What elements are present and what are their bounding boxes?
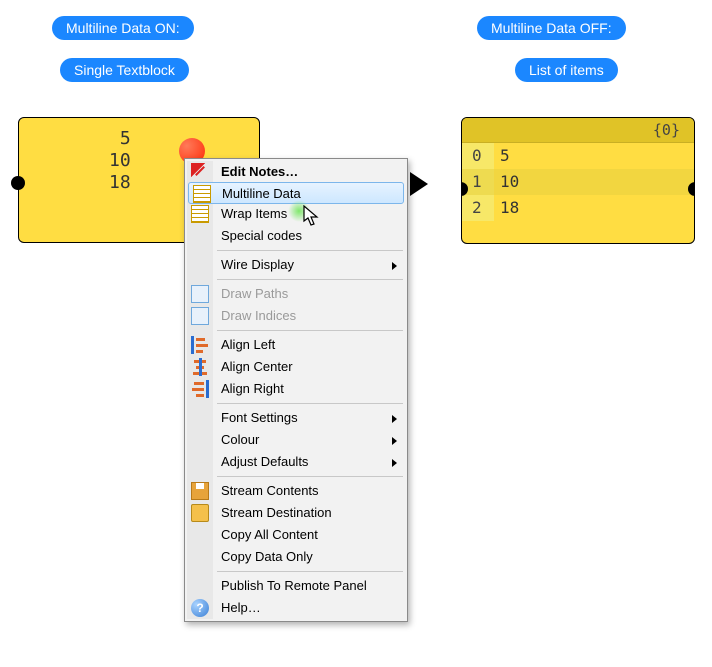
menu-label: Draw Indices [221, 308, 296, 323]
menu-edit-notes[interactable]: Edit Notes… [187, 161, 405, 183]
submenu-arrow-icon [392, 262, 397, 270]
context-menu: Edit Notes… Multiline Data Wrap Items Sp… [184, 158, 408, 622]
menu-label: Align Center [221, 359, 293, 374]
list-item[interactable]: 2 18 [462, 195, 694, 221]
menu-draw-paths[interactable]: Draw Paths [187, 283, 405, 305]
row-value: 18 [494, 195, 694, 221]
folder-icon [191, 504, 209, 522]
menu-label: Publish To Remote Panel [221, 578, 367, 593]
menu-separator [217, 250, 403, 251]
menu-align-right[interactable]: Align Right [187, 378, 405, 400]
disk-icon [191, 482, 209, 500]
align-right-icon [191, 380, 209, 398]
notes-icon [193, 185, 211, 203]
menu-help[interactable]: Help… [187, 597, 405, 619]
menu-separator [217, 571, 403, 572]
menu-label: Wrap Items [221, 206, 287, 221]
label-on-title: Multiline Data ON: [52, 16, 194, 40]
menu-label: Adjust Defaults [221, 454, 308, 469]
menu-adjust-defaults[interactable]: Adjust Defaults [187, 451, 405, 473]
menu-label: Stream Destination [221, 505, 332, 520]
rect-icon [191, 285, 209, 303]
menu-draw-indices[interactable]: Draw Indices [187, 305, 405, 327]
menu-colour[interactable]: Colour [187, 429, 405, 451]
menu-label: Colour [221, 432, 259, 447]
menu-label: Draw Paths [221, 286, 288, 301]
help-icon [191, 599, 209, 617]
row-value: 10 [494, 169, 694, 195]
align-center-icon [191, 358, 209, 376]
arrow-right-icon [410, 172, 428, 196]
submenu-arrow-icon [392, 437, 397, 445]
submenu-arrow-icon [392, 459, 397, 467]
menu-label: Copy All Content [221, 527, 318, 542]
panel-multiline-off[interactable]: {0} 0 5 1 10 2 18 [461, 117, 695, 244]
align-left-icon [191, 336, 209, 354]
rect-icon [191, 307, 209, 325]
menu-special-codes[interactable]: Special codes [187, 225, 405, 247]
tree-header: {0} [462, 118, 694, 143]
menu-label: Stream Contents [221, 483, 319, 498]
port-in-icon[interactable] [11, 176, 25, 190]
list-rows: 0 5 1 10 2 18 [462, 143, 694, 221]
highlight-marker-icon [288, 200, 310, 222]
menu-align-center[interactable]: Align Center [187, 356, 405, 378]
menu-label: Align Right [221, 381, 284, 396]
menu-label: Align Left [221, 337, 275, 352]
label-off-sub: List of items [515, 58, 618, 82]
menu-separator [217, 330, 403, 331]
menu-separator [217, 279, 403, 280]
label-on-sub: Single Textblock [60, 58, 189, 82]
menu-separator [217, 476, 403, 477]
list-item[interactable]: 1 10 [462, 169, 694, 195]
menu-publish-remote[interactable]: Publish To Remote Panel [187, 575, 405, 597]
menu-wire-display[interactable]: Wire Display [187, 254, 405, 276]
menu-label: Font Settings [221, 410, 298, 425]
menu-copy-all[interactable]: Copy All Content [187, 524, 405, 546]
pen-icon [191, 163, 209, 181]
row-index: 2 [462, 195, 494, 221]
menu-label: Special codes [221, 228, 302, 243]
menu-label: Wire Display [221, 257, 294, 272]
menu-align-left[interactable]: Align Left [187, 334, 405, 356]
menu-copy-data[interactable]: Copy Data Only [187, 546, 405, 568]
port-out-icon[interactable] [688, 182, 695, 196]
menu-stream-destination[interactable]: Stream Destination [187, 502, 405, 524]
submenu-arrow-icon [392, 415, 397, 423]
notes-icon [191, 205, 209, 223]
label-off-title: Multiline Data OFF: [477, 16, 626, 40]
panel-text-block[interactable]: 5 10 18 [109, 128, 131, 194]
menu-label: Help… [221, 600, 261, 615]
menu-stream-contents[interactable]: Stream Contents [187, 480, 405, 502]
menu-label: Multiline Data [222, 186, 301, 201]
list-item[interactable]: 0 5 [462, 143, 694, 169]
menu-separator [217, 403, 403, 404]
row-index: 0 [462, 143, 494, 169]
menu-font-settings[interactable]: Font Settings [187, 407, 405, 429]
menu-label: Copy Data Only [221, 549, 313, 564]
row-value: 5 [494, 143, 694, 169]
menu-label: Edit Notes… [221, 164, 298, 179]
